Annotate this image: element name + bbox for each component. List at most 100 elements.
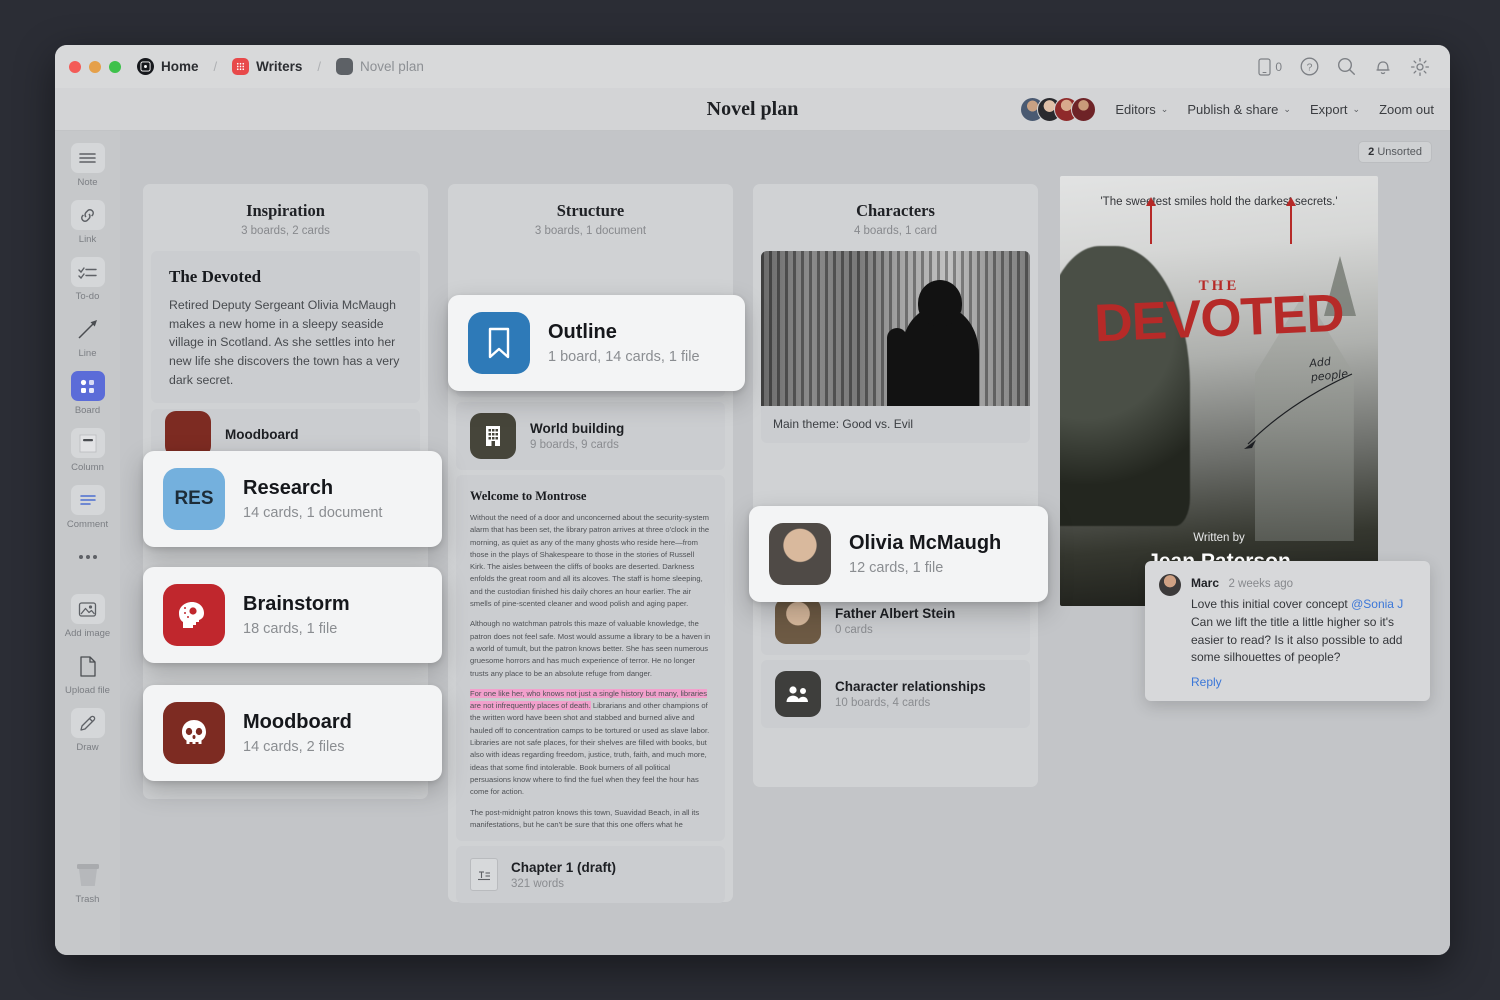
comment-author: Marc — [1191, 576, 1219, 590]
floating-card-olivia-mcmaugh[interactable]: Olivia McMaugh 12 cards, 1 file — [749, 506, 1048, 602]
floating-card-label: Moodboard — [243, 711, 352, 734]
breadcrumb-separator: / — [214, 59, 218, 74]
list-item-sub: 10 boards, 4 cards — [835, 697, 986, 709]
file-card-chapter-1[interactable]: Chapter 1 (draft) 321 words — [456, 846, 725, 903]
breadcrumb-item-writers[interactable]: Writers — [256, 59, 302, 74]
device-icon[interactable]: 0 — [1258, 58, 1282, 76]
sidebar-label-todo: To-do — [76, 291, 100, 302]
sidebar-label-link: Link — [79, 234, 96, 245]
floating-card-outline[interactable]: Outline 1 board, 14 cards, 1 file — [448, 295, 745, 391]
book-cover-image[interactable]: 'The sweetest smiles hold the darkest se… — [1060, 176, 1378, 606]
list-item-character-relationships[interactable]: Character relationships 10 boards, 4 car… — [761, 660, 1030, 728]
note-card-the-devoted[interactable]: The Devoted Retired Deputy Sergeant Oliv… — [151, 251, 420, 403]
image-card-main-theme[interactable]: Main theme: Good vs. Evil — [761, 251, 1030, 443]
document-paragraph-3-rest: Librarians and other champions of the wr… — [470, 701, 709, 796]
todo-icon — [71, 257, 105, 287]
sidebar-item-draw[interactable]: Draw — [61, 708, 115, 753]
arrow-up-icon-right — [1290, 204, 1292, 244]
file-sub: 321 words — [511, 878, 616, 890]
sidebar-item-todo[interactable]: To-do — [61, 257, 115, 302]
sidebar-item-board[interactable]: Board — [61, 371, 115, 416]
skull-icon — [163, 702, 225, 764]
arrow-up-icon-left — [1150, 204, 1152, 244]
breadcrumb-item-home[interactable]: Home — [161, 59, 199, 74]
cover-annotation: Add people — [1309, 351, 1372, 385]
editors-button[interactable]: Editors ⌄ — [1115, 102, 1168, 117]
search-icon[interactable] — [1337, 57, 1356, 76]
avatar — [775, 598, 821, 644]
sidebar-item-comment[interactable]: Comment — [61, 485, 115, 530]
avatar[interactable] — [1071, 97, 1096, 122]
column-structure: Structure 3 boards, 1 document Plot 7 ca… — [448, 184, 733, 902]
res-label-icon: RES — [163, 468, 225, 530]
floating-card-research[interactable]: RES Research 14 cards, 1 document — [143, 451, 442, 547]
cover-quote: 'The sweetest smiles hold the darkest se… — [1060, 196, 1378, 208]
zoom-out-button[interactable]: Zoom out — [1379, 102, 1434, 117]
sidebar-label-add-image: Add image — [65, 628, 110, 639]
comment-reply-link[interactable]: Reply — [1191, 675, 1416, 689]
sidebar-label-comment: Comment — [67, 519, 108, 530]
breadcrumb-item-novel-plan[interactable]: Novel plan — [360, 59, 424, 74]
editors-label: Editors — [1115, 102, 1155, 117]
silhouette-arm — [887, 328, 907, 406]
publish-share-label: Publish & share — [1187, 102, 1278, 117]
sidebar-label-line: Line — [79, 348, 97, 359]
export-button[interactable]: Export ⌄ — [1310, 102, 1360, 117]
list-item-label: Father Albert Stein — [835, 606, 955, 621]
floating-card-brainstorm[interactable]: Brainstorm 18 cards, 1 file — [143, 567, 442, 663]
sidebar-item-link[interactable]: Link — [61, 200, 115, 245]
comment-row: Marc 2 weeks ago Love this initial cover… — [1159, 574, 1416, 689]
column-subtitle: 3 boards, 1 document — [448, 225, 733, 237]
help-icon[interactable]: ? — [1300, 57, 1319, 76]
comment-text-before: Love this initial cover concept — [1191, 597, 1351, 611]
column-characters: Characters 4 boards, 1 card Main theme: … — [753, 184, 1038, 787]
sidebar-item-note[interactable]: Note — [61, 143, 115, 188]
sidebar-item-more[interactable] — [61, 542, 115, 572]
list-item-sub: 0 cards — [835, 624, 955, 636]
titlebar-actions: 0 ? — [1258, 57, 1436, 77]
minimize-window-button[interactable] — [89, 61, 101, 73]
column-icon — [71, 428, 105, 458]
unsorted-badge[interactable]: 2 Unsorted — [1358, 141, 1432, 163]
gear-icon[interactable] — [1410, 57, 1430, 77]
column-subtitle: 3 boards, 2 cards — [143, 225, 428, 237]
editor-avatars[interactable] — [1020, 97, 1096, 122]
maximize-window-button[interactable] — [109, 61, 121, 73]
sidebar-item-upload-file[interactable]: Upload file — [61, 651, 115, 696]
window-controls[interactable] — [69, 61, 121, 73]
note-title: The Devoted — [169, 267, 402, 287]
column-header: Characters 4 boards, 1 card — [753, 184, 1038, 251]
link-icon — [71, 200, 105, 230]
comment-popover[interactable]: Marc 2 weeks ago Love this initial cover… — [1145, 561, 1430, 701]
close-window-button[interactable] — [69, 61, 81, 73]
floating-card-sub: 14 cards, 1 document — [243, 505, 382, 521]
board-canvas: 2 Unsorted Inspiration 3 boards, 2 cards… — [120, 131, 1450, 955]
list-item-world-building[interactable]: World building 9 boards, 9 cards — [456, 402, 725, 470]
bookmark-icon — [468, 312, 530, 374]
sidebar-item-column[interactable]: Column — [61, 428, 115, 473]
comment-timestamp: 2 weeks ago — [1228, 578, 1293, 590]
titlebar: Home / Writers / Novel plan 0 ? — [55, 45, 1450, 88]
bell-icon[interactable] — [1374, 57, 1392, 76]
floating-card-sub: 14 cards, 2 files — [243, 739, 352, 755]
sidebar-item-trash[interactable]: Trash — [61, 860, 115, 905]
comment-text: Love this initial cover concept @Sonia J… — [1191, 596, 1416, 667]
floating-card-moodboard[interactable]: Moodboard 14 cards, 2 files — [143, 685, 442, 781]
floating-card-sub: 18 cards, 1 file — [243, 621, 350, 637]
publish-share-button[interactable]: Publish & share ⌄ — [1187, 102, 1291, 117]
floating-card-label: Olivia McMaugh — [849, 532, 1001, 555]
app-window: Home / Writers / Novel plan 0 ? — [55, 45, 1450, 955]
column-header: Structure 3 boards, 1 document — [448, 184, 733, 251]
comment-mention[interactable]: @Sonia J — [1351, 597, 1403, 611]
document-preview-card[interactable]: Welcome to Montrose Without the need of … — [456, 475, 725, 841]
image-caption: Main theme: Good vs. Evil — [761, 406, 1030, 443]
zoom-out-label: Zoom out — [1379, 102, 1434, 117]
floating-card-sub: 12 cards, 1 file — [849, 560, 1001, 576]
document-heading: Welcome to Montrose — [470, 489, 711, 504]
sidebar-item-line[interactable]: Line — [61, 314, 115, 359]
column-title: Structure — [448, 201, 733, 221]
text-document-icon — [470, 858, 498, 891]
sidebar-item-add-image[interactable]: Add image — [61, 594, 115, 639]
list-item-label: World building — [530, 421, 624, 436]
tool-sidebar: Note Link To-do Line — [55, 131, 120, 955]
